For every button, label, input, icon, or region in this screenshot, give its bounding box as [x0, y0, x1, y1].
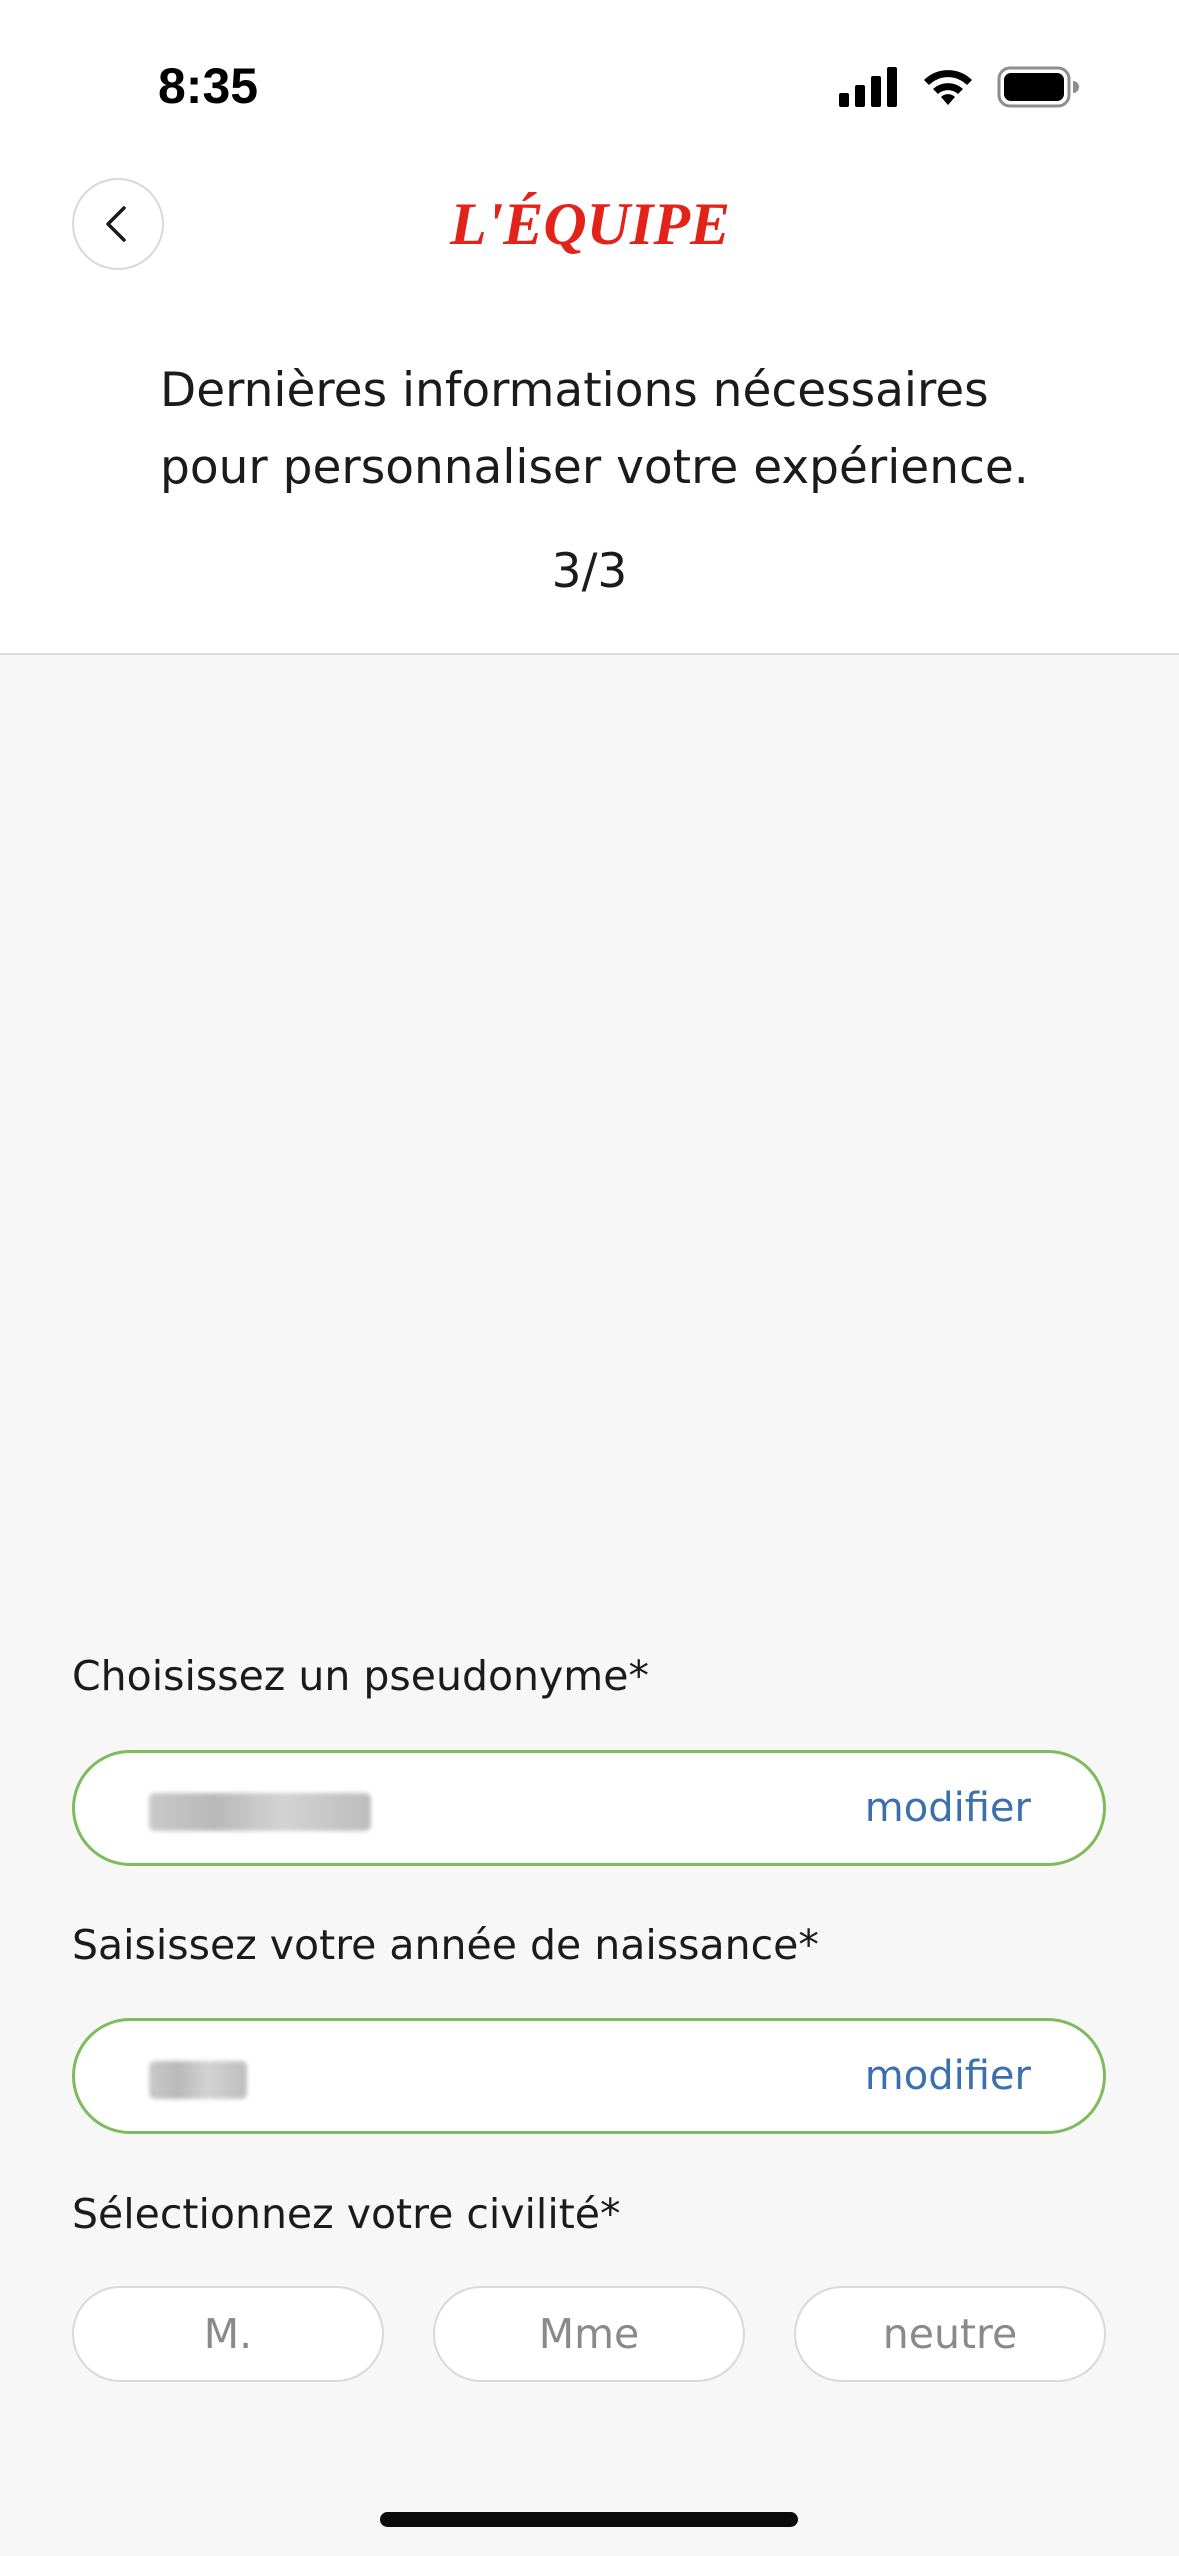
status-icons: [839, 62, 1079, 112]
intro-text: Dernières informations nécessaires pour …: [160, 352, 1060, 506]
modify-pseudonym-link[interactable]: modifier: [865, 1753, 1031, 1863]
wifi-icon: [924, 70, 972, 105]
civility-label: Sélectionnez votre civilité*: [72, 2190, 621, 2238]
civility-option-neutre[interactable]: neutre: [794, 2286, 1106, 2382]
intro-line-1: Dernières informations nécessaires: [160, 363, 989, 418]
step-counter: 3/3: [551, 544, 628, 599]
status-time: 8:35: [158, 58, 259, 114]
pseudonym-label: Choisissez un pseudonyme*: [72, 1652, 649, 1700]
modify-birth-year-link[interactable]: modifier: [865, 2021, 1031, 2131]
civility-option-m[interactable]: M.: [72, 2286, 384, 2382]
lequipe-logo: L'ÉQUIPE: [430, 190, 750, 260]
back-button[interactable]: [72, 178, 164, 270]
brand-logo-image: L'ÉQUIPE: [449, 191, 730, 257]
pseudonym-field[interactable]: modifier: [72, 1750, 1106, 1866]
header-section: 8:35 L'ÉQUIPE Dernières informations néc…: [0, 0, 1179, 655]
battery-icon: [997, 66, 1079, 108]
intro-line-2: pour personnaliser votre expérience.: [160, 440, 1029, 495]
civility-options: M. Mme neutre: [72, 2286, 1106, 2382]
pseudonym-value-redacted: [149, 1793, 371, 1831]
birth-year-field[interactable]: modifier: [72, 2018, 1106, 2134]
svg-text:L'ÉQUIPE: L'ÉQUIPE: [449, 191, 730, 257]
cellular-signal-icon: [839, 67, 897, 107]
birth-year-value-redacted: [149, 2061, 247, 2099]
birth-year-label: Saisissez votre année de naissance*: [72, 1921, 819, 1969]
civility-option-mme[interactable]: Mme: [433, 2286, 745, 2382]
home-indicator[interactable]: [380, 2512, 798, 2527]
chevron-left-icon: [106, 206, 126, 242]
